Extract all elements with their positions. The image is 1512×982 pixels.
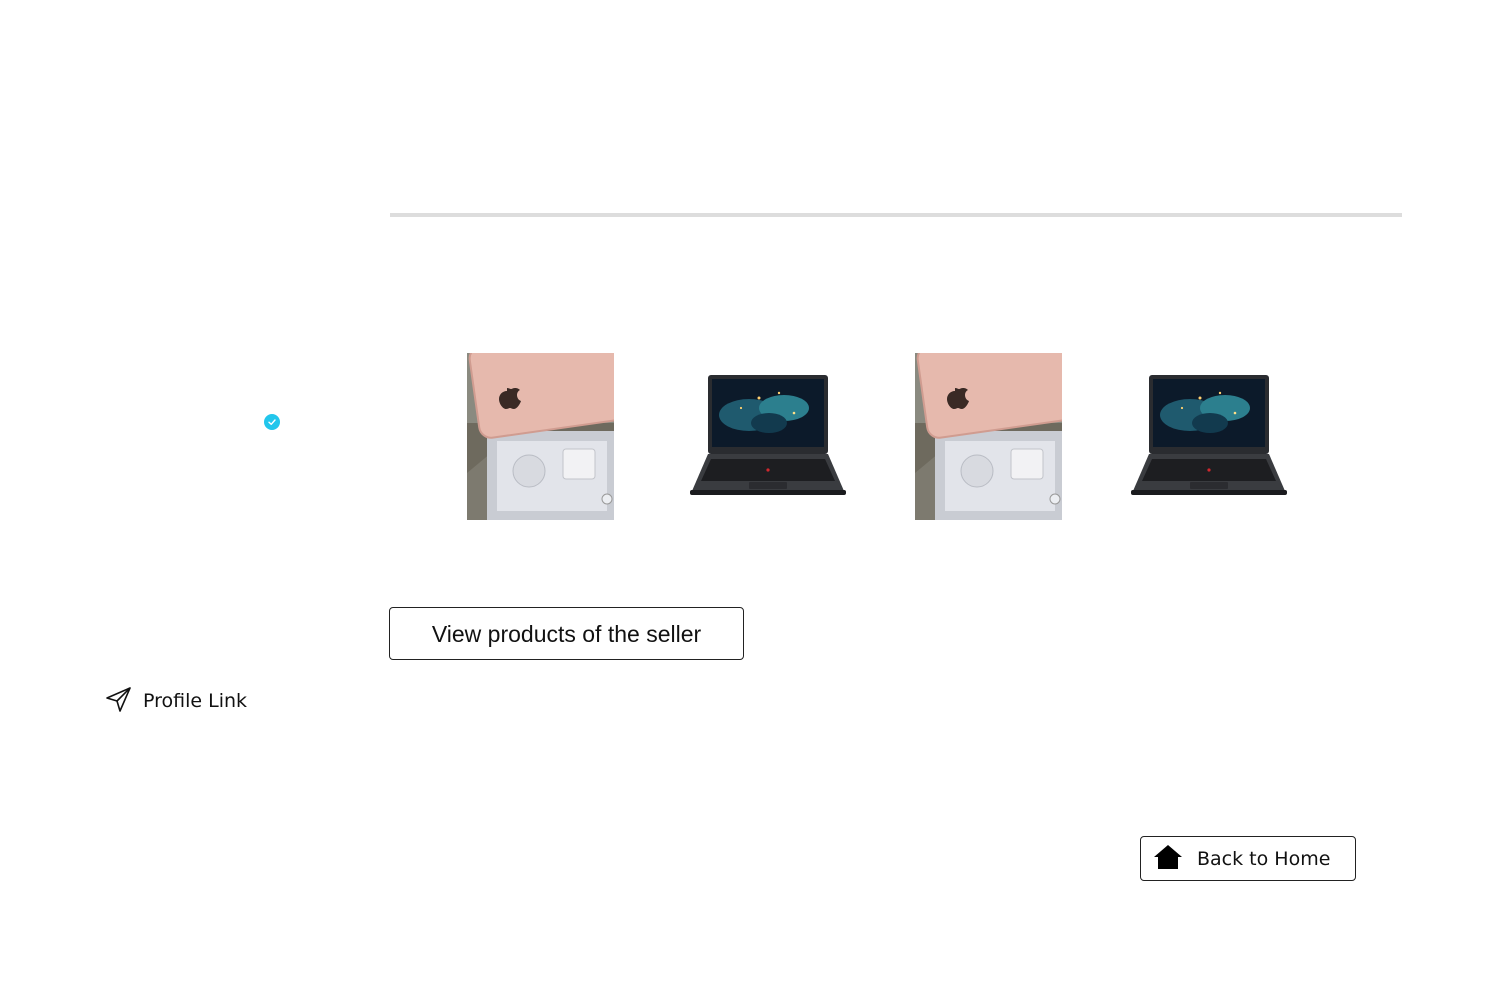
view-seller-products-button[interactable]: View products of the seller bbox=[389, 607, 744, 660]
product-thumbnail-laptop[interactable] bbox=[1130, 353, 1288, 520]
back-to-home-label: Back to Home bbox=[1197, 847, 1331, 870]
home-icon bbox=[1153, 844, 1183, 874]
back-to-home-button[interactable]: Back to Home bbox=[1140, 836, 1356, 881]
verified-check-icon bbox=[264, 414, 280, 430]
product-thumbnail-laptop[interactable] bbox=[689, 353, 847, 520]
product-thumbnail-iphone[interactable] bbox=[915, 353, 1062, 520]
section-divider bbox=[390, 213, 1402, 217]
product-thumbnail-iphone[interactable] bbox=[467, 353, 614, 520]
send-icon bbox=[105, 686, 132, 717]
profile-link[interactable]: Profile Link bbox=[105, 686, 247, 716]
profile-link-label: Profile Link bbox=[143, 690, 248, 712]
